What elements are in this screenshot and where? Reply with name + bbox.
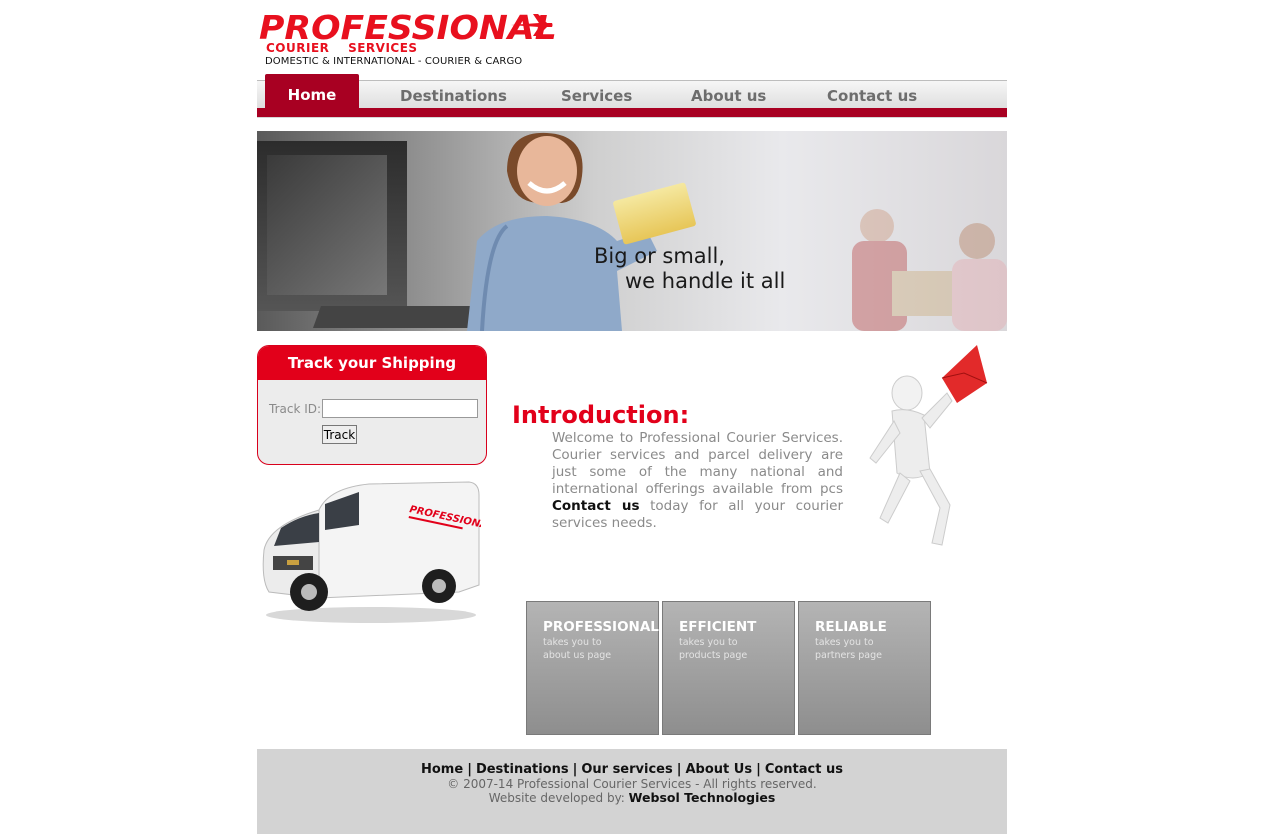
site-logo[interactable]: PROFESSIONAL COURIER SERVICES DOMESTIC &… (259, 10, 559, 72)
footer-link-destinations[interactable]: Destinations (476, 762, 569, 777)
footer-links: Home | Destinations | Our services | About Us |… (421, 762, 843, 777)
track-id-label: Track ID: (269, 402, 322, 416)
feature-box-professional[interactable]: PROFESSIONAL takes you to about us page (526, 601, 659, 735)
keyboard-image (312, 306, 492, 328)
feature-box-reliable[interactable]: RELIABLE takes you to partners page (798, 601, 931, 735)
banner-slogan: Big or small, we handle it all (594, 244, 785, 294)
intro-paragraph: Welcome to Professional Courier Services… (552, 430, 843, 532)
feature-box-subtitle: takes you to partners page (815, 637, 882, 661)
running-figure-envelope-image (869, 345, 988, 546)
track-id-input[interactable] (322, 399, 478, 418)
footer-link-home[interactable]: Home (421, 762, 463, 777)
intro-text-before: Welcome to Professional Courier Services… (552, 430, 843, 497)
footer: Home | Destinations | Our services | About Us |… (257, 749, 1007, 834)
nav-about-us[interactable]: About us (691, 87, 766, 105)
nav-contact-us[interactable]: Contact us (827, 87, 917, 105)
footer-copyright: © 2007-14 Professional Courier Services … (447, 777, 817, 791)
track-shipping-panel: Track your Shipping Track ID: Track (257, 345, 487, 465)
nav-underline-bar (257, 108, 1007, 117)
footer-dev-prefix: Website developed by: (488, 791, 625, 805)
banner-line-1: Big or small, (594, 244, 726, 268)
intro-contact-link[interactable]: Contact us (552, 498, 639, 514)
logo-subtitle: COURIER SERVICES (266, 41, 418, 55)
footer-link-contact-us[interactable]: Contact us (765, 762, 843, 777)
background-people-image (852, 209, 1007, 331)
intro-title: Introduction: (512, 401, 690, 429)
hero-banner: Big or small, we handle it all (257, 131, 1007, 331)
feature-box-subtitle: takes you to about us page (543, 637, 612, 661)
nav-services[interactable]: Services (561, 87, 632, 105)
feature-box-title: PROFESSIONAL (543, 619, 659, 635)
track-panel-title: Track your Shipping (258, 346, 486, 380)
feature-box-title: EFFICIENT (679, 619, 757, 635)
track-button[interactable]: Track (322, 425, 357, 444)
nav-destinations[interactable]: Destinations (400, 87, 507, 105)
footer-dev-name[interactable]: Websol Technologies (629, 790, 776, 805)
computer-monitor-image (257, 141, 407, 311)
feature-box-subtitle: takes you to products page (679, 637, 748, 661)
logo-tagline: DOMESTIC & INTERNATIONAL - COURIER & CAR… (265, 56, 523, 67)
feature-box-title: RELIABLE (815, 619, 887, 635)
banner-line-2: we handle it all (625, 269, 786, 293)
footer-developer: Website developed by: Websol Technologie… (257, 790, 1007, 806)
airplane-icon (511, 14, 553, 36)
nav-home[interactable]: Home (265, 74, 359, 110)
delivery-van-image: PROFESSIONAL (262, 481, 481, 623)
feature-box-efficient[interactable]: EFFICIENT takes you to products page (662, 601, 795, 735)
footer-link-our-services[interactable]: Our services (581, 762, 672, 777)
footer-link-about-us[interactable]: About Us (685, 762, 752, 777)
